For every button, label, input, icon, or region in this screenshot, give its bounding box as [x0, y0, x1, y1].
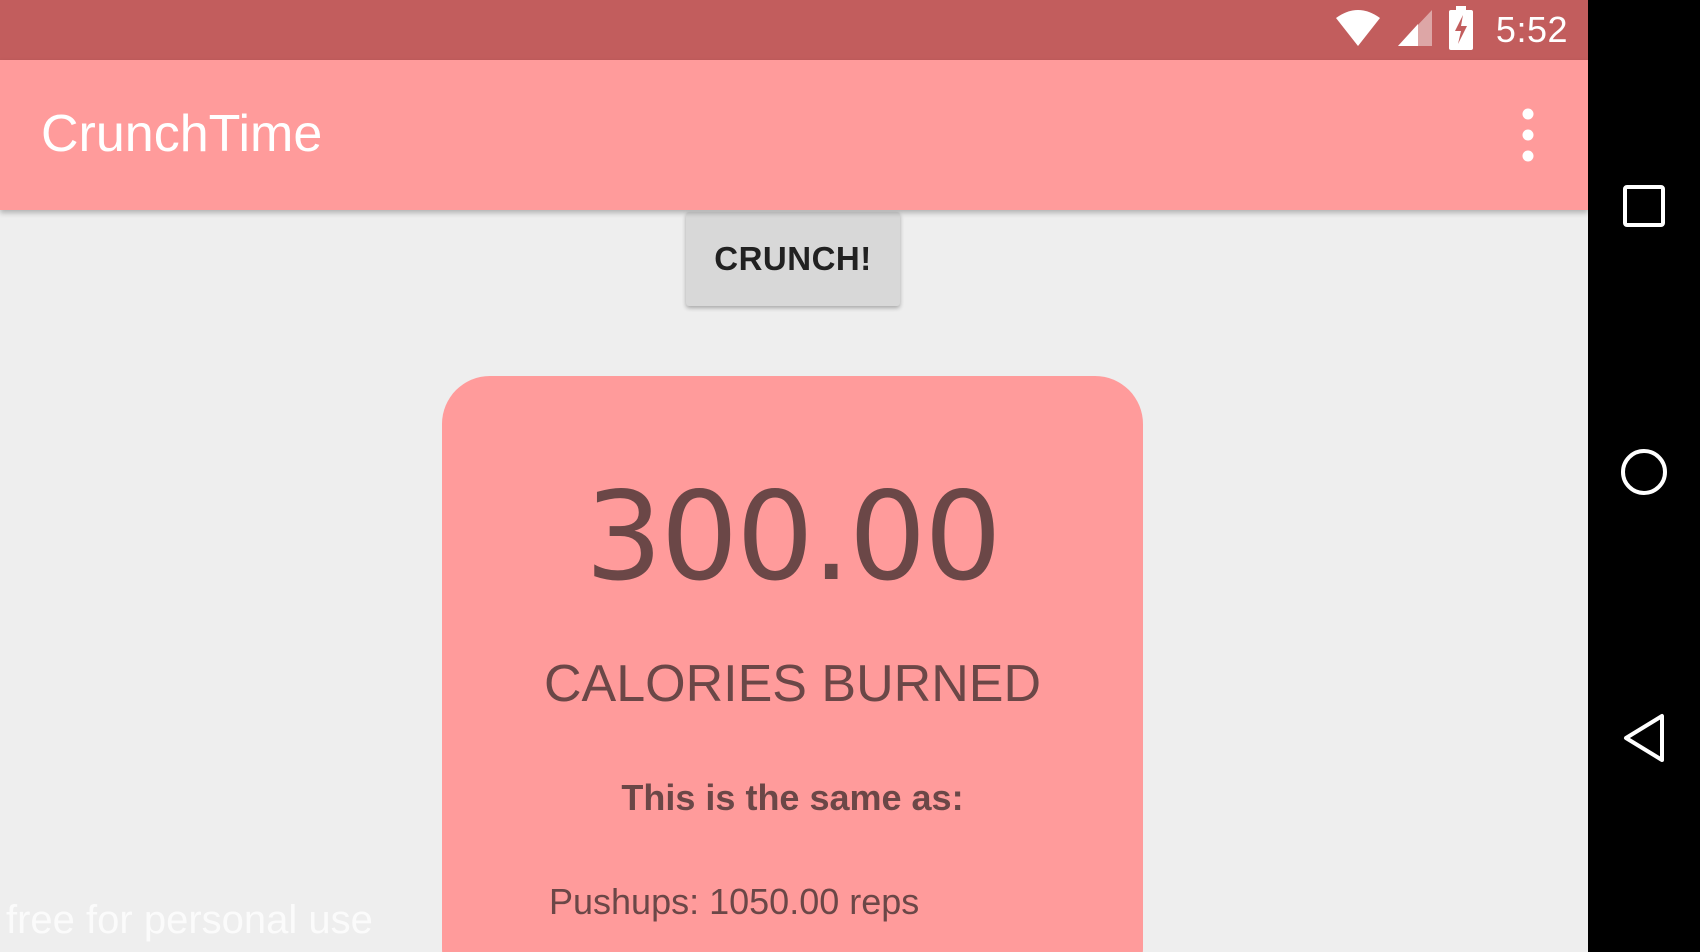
- app-title: CrunchTime: [41, 105, 323, 163]
- app-screen: 5:52 CrunchTime CRUNCH! 300.00 CALORIES …: [0, 0, 1588, 952]
- pushups-equivalent: Pushups: 1050.00 reps: [549, 881, 920, 922]
- watermark-text: free for personal use: [6, 898, 373, 942]
- recents-icon[interactable]: [1614, 176, 1674, 236]
- wifi-icon: [1334, 8, 1382, 53]
- more-vert-icon[interactable]: [1508, 102, 1548, 168]
- home-icon[interactable]: [1614, 442, 1674, 502]
- cell-signal-icon: [1396, 8, 1434, 53]
- status-time: 5:52: [1495, 9, 1568, 50]
- app-bar: CrunchTime: [0, 60, 1588, 210]
- crunch-button[interactable]: CRUNCH!: [686, 212, 900, 306]
- device-frame: 5:52 CrunchTime CRUNCH! 300.00 CALORIES …: [0, 0, 1700, 952]
- calories-label: CALORIES BURNED: [544, 655, 1041, 713]
- same-as-heading: This is the same as:: [621, 777, 964, 818]
- calories-card: 300.00 CALORIES BURNED This is the same …: [442, 376, 1143, 952]
- calories-value: 300.00: [585, 466, 1002, 608]
- back-icon[interactable]: [1614, 708, 1674, 768]
- navigation-bar: [1588, 0, 1700, 952]
- battery-charging-icon: [1448, 5, 1474, 55]
- status-icons: 5:52: [1334, 0, 1568, 60]
- status-bar: 5:52: [0, 0, 1588, 60]
